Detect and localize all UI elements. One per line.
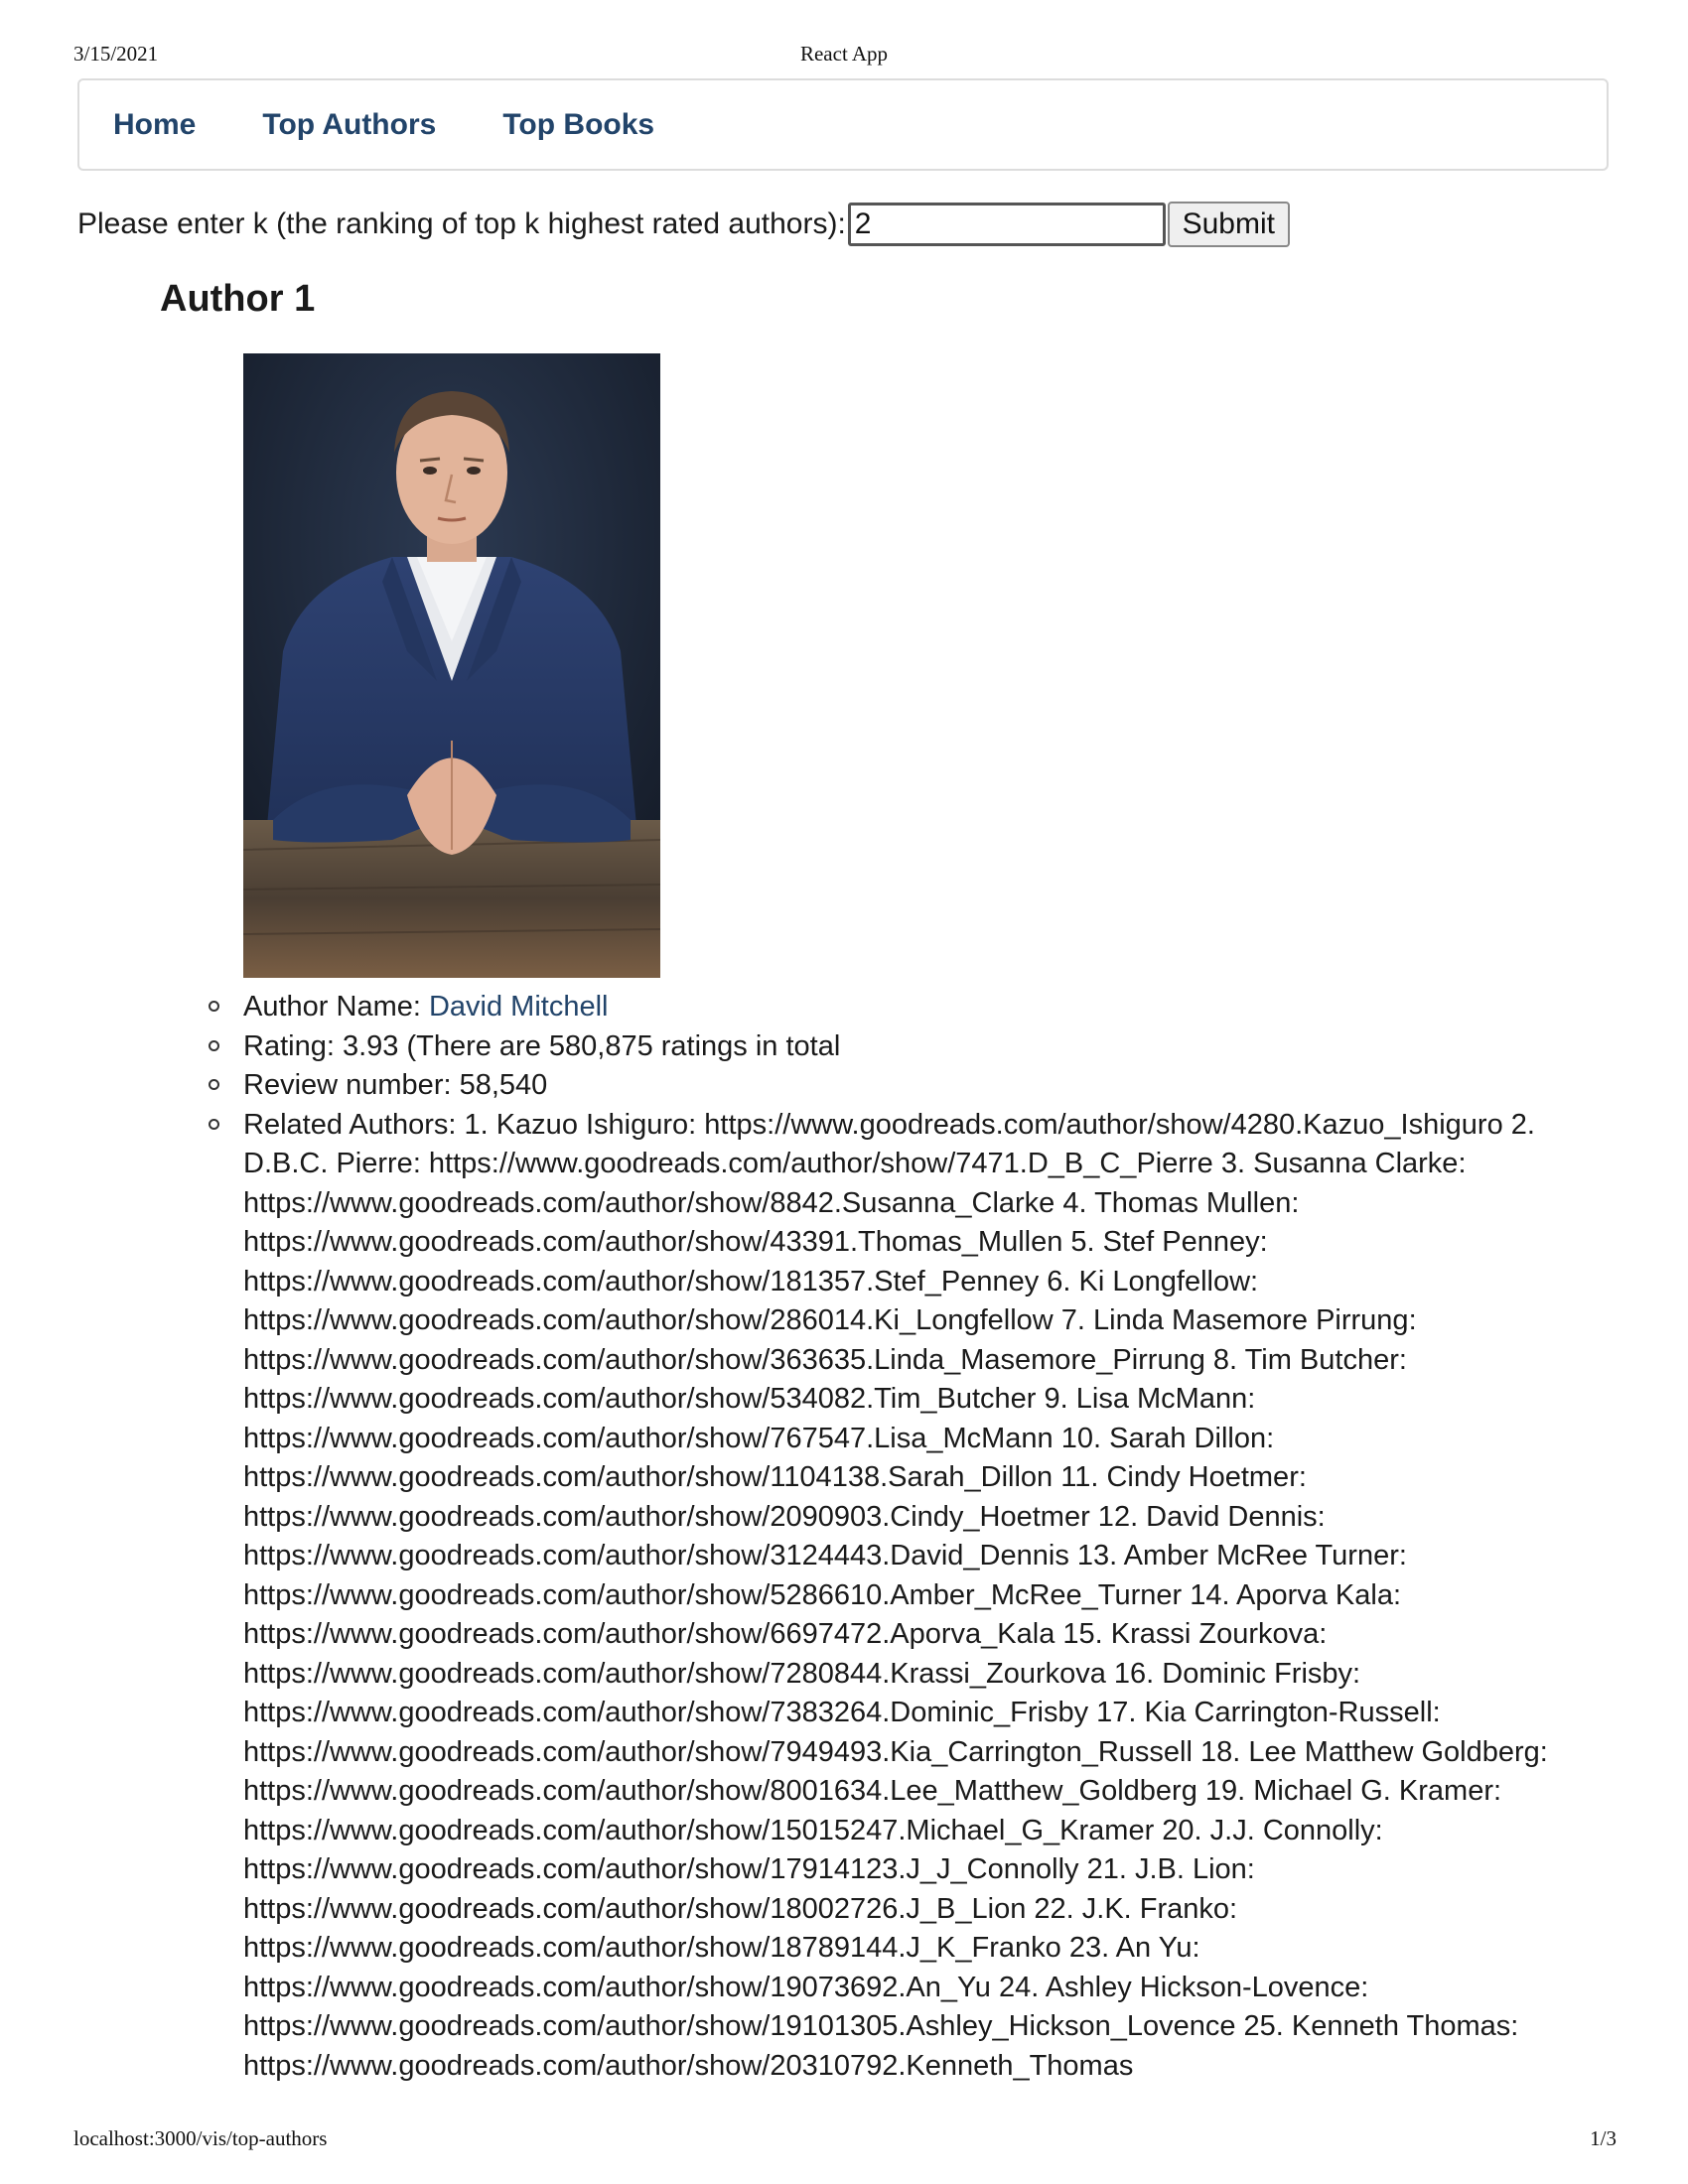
print-page-title: React App xyxy=(799,42,889,66)
submit-button[interactable]: Submit xyxy=(1167,202,1290,247)
nav-top-books-link[interactable]: Top Books xyxy=(502,108,654,142)
k-query-form: Please enter k (the ranking of top k hig… xyxy=(77,202,1290,247)
author-name-item: Author Name: David Mitchell xyxy=(209,988,1564,1027)
author-name-link[interactable]: David Mitchell xyxy=(429,991,609,1023)
author-heading: Author 1 xyxy=(160,278,316,320)
rating-item: Rating: 3.93 (There are 580,875 ratings … xyxy=(209,1027,1564,1067)
print-page-number: 1/3 xyxy=(1590,2126,1617,2150)
k-input[interactable] xyxy=(847,203,1166,246)
nav-top-authors-link[interactable]: Top Authors xyxy=(262,108,436,142)
author-name-label: Author Name: xyxy=(243,991,429,1023)
print-url: localhost:3000/vis/top-authors xyxy=(73,2126,328,2150)
nav-home-link[interactable]: Home xyxy=(113,108,196,142)
k-query-label: Please enter k (the ranking of top k hig… xyxy=(77,207,846,240)
top-navbar: Home Top Authors Top Books xyxy=(77,78,1609,171)
author-details-list: Author Name: David Mitchell Rating: 3.93… xyxy=(209,988,1564,2087)
author-photo xyxy=(243,353,660,978)
review-number-item: Review number: 58,540 xyxy=(209,1066,1564,1106)
related-authors-item: Related Authors: 1. Kazuo Ishiguro: http… xyxy=(209,1106,1564,2087)
